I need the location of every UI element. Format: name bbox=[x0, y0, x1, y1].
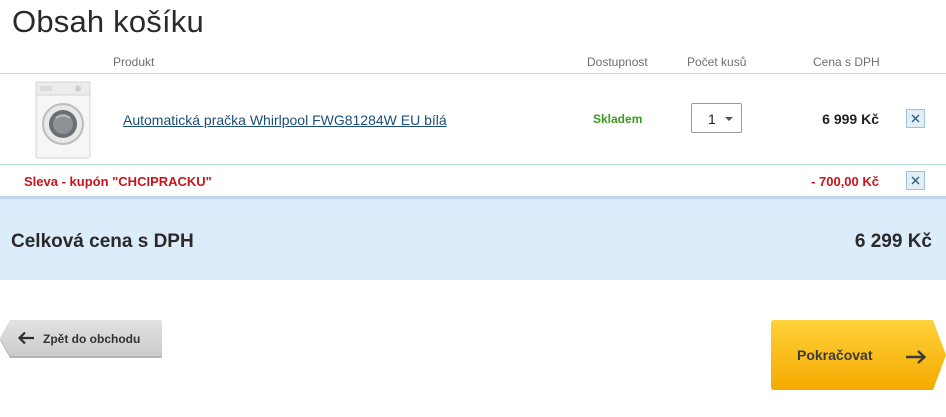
close-icon bbox=[911, 176, 920, 185]
table-divider bbox=[0, 164, 946, 165]
total-label: Celková cena s DPH bbox=[11, 231, 194, 252]
remove-discount-button[interactable] bbox=[906, 171, 925, 190]
product-name-link[interactable]: Automatická pračka Whirlpool FWG81284W E… bbox=[123, 112, 447, 128]
quantity-select[interactable]: 1 bbox=[691, 103, 742, 133]
continue-button[interactable]: Pokračovat bbox=[771, 320, 946, 391]
arrow-left-icon bbox=[17, 331, 34, 345]
arrow-right-icon bbox=[906, 350, 927, 364]
discount-value: - 700,00 Kč bbox=[811, 174, 879, 189]
item-price: 6 999 Kč bbox=[822, 111, 879, 127]
back-to-shop-button[interactable]: Zpět do obchodu bbox=[0, 320, 162, 358]
discount-label: Sleva - kupón "CHCIPRACKU" bbox=[24, 174, 212, 189]
column-header-product: Produkt bbox=[113, 55, 155, 69]
availability-status: Skladem bbox=[593, 112, 643, 126]
total-value: 6 299 Kč bbox=[854, 231, 932, 252]
column-header-availability: Dostupnost bbox=[587, 55, 648, 69]
continue-button-label: Pokračovat bbox=[797, 347, 873, 363]
chevron-down-icon bbox=[725, 117, 733, 121]
page-title: Obsah košíku bbox=[12, 4, 204, 39]
column-header-quantity: Počet kusů bbox=[687, 55, 747, 69]
remove-item-button[interactable] bbox=[906, 109, 925, 128]
back-button-label: Zpět do obchodu bbox=[43, 332, 141, 346]
column-header-price: Cena s DPH bbox=[813, 55, 880, 69]
quantity-value: 1 bbox=[708, 111, 716, 127]
close-icon bbox=[911, 114, 920, 123]
washing-machine-icon[interactable] bbox=[30, 80, 96, 160]
table-divider bbox=[0, 73, 946, 74]
